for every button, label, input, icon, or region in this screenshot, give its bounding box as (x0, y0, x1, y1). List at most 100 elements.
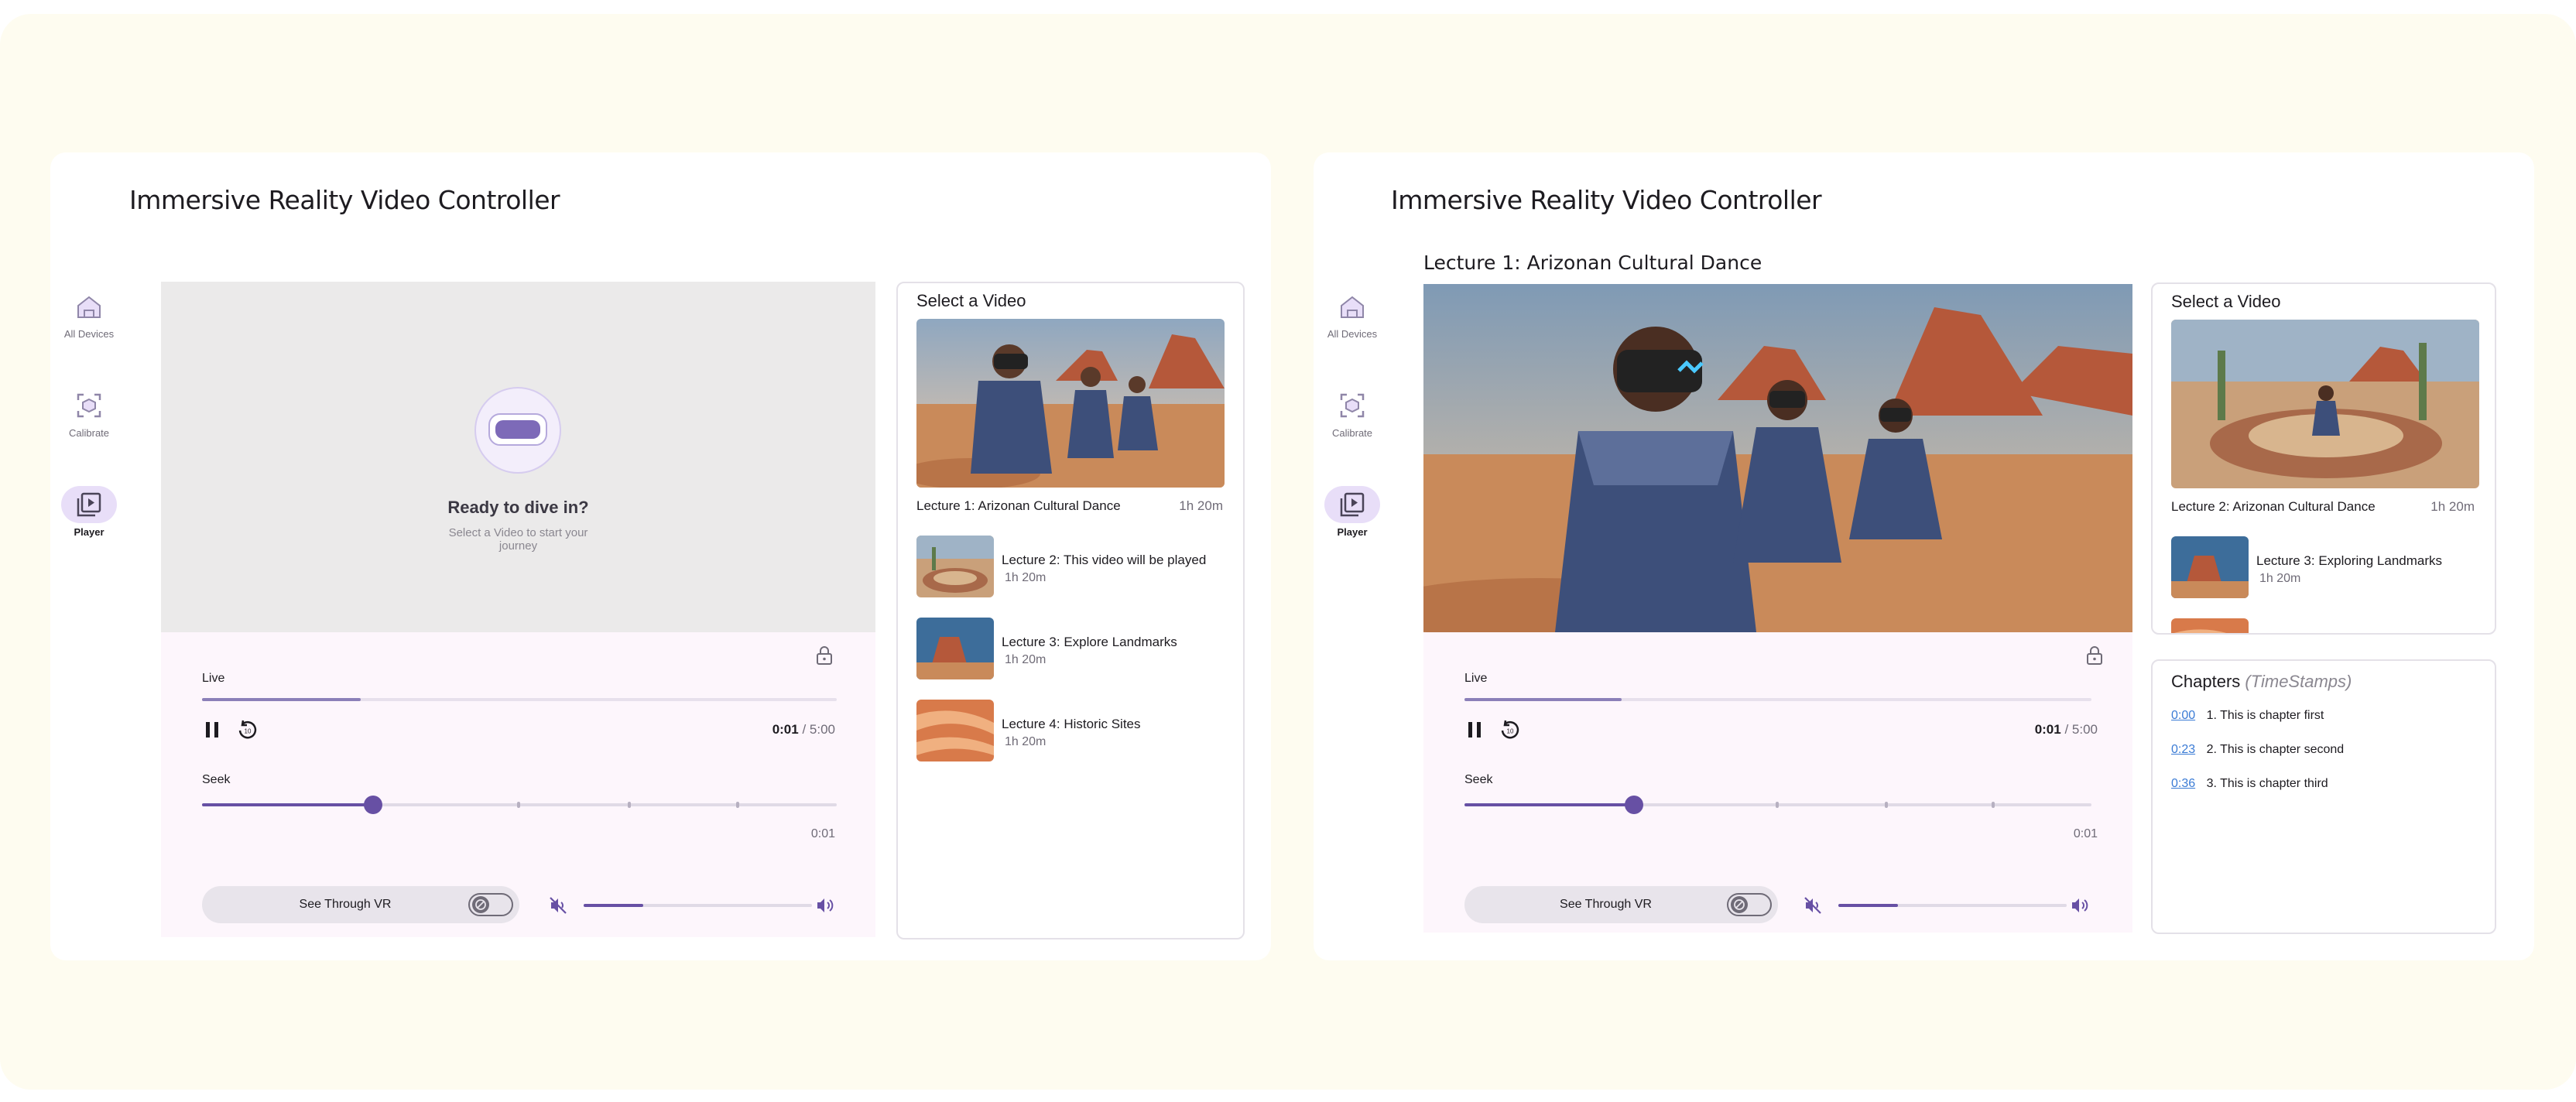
see-through-toggle[interactable] (468, 893, 513, 916)
video-list-card: Select a Video Lecture 2: Arizonan Cultu… (2151, 282, 2496, 635)
video-item-duration: 1h 20m (1005, 735, 1046, 748)
video-item-title: Lecture 3: Explore Landmarks (1002, 635, 1177, 649)
playback-controls: Live 10 0:01 / 5:00 Seek 0:01 See Throug… (161, 632, 875, 937)
live-label: Live (202, 672, 225, 685)
chapters-subheading: (TimeStamps) (2245, 672, 2352, 691)
home-icon (77, 296, 101, 318)
featured-video-duration: 1h 20m (1179, 498, 1223, 513)
ruins-thumbnail-image (2171, 320, 2479, 488)
live-progress-fill (1464, 698, 1622, 701)
featured-video-title: Lecture 1: Arizonan Cultural Dance (916, 498, 1121, 513)
chapter-item: 0:23 2. This is chapter second (2171, 743, 2344, 757)
live-progress-fill (202, 698, 361, 701)
ruins-thumbnail-image (916, 536, 994, 597)
nav-item-calibrate[interactable]: Calibrate (1314, 387, 1391, 439)
chapter-item: 0:00 1. This is chapter first (2171, 709, 2324, 723)
chapter-item: 0:36 3. This is chapter third (2171, 777, 2328, 791)
chapter-timestamp-link[interactable]: 0:00 (2171, 709, 2195, 722)
svg-text:10: 10 (1507, 728, 1514, 735)
see-through-toggle[interactable] (1727, 893, 1772, 916)
seek-slider[interactable] (202, 796, 837, 814)
volume-fill (584, 904, 643, 907)
current-time: 0:01 (2034, 722, 2061, 737)
current-time: 0:01 (772, 722, 799, 737)
playback-controls: Live 10 0:01 / 5:00 Seek 0:01 See Throug… (1423, 632, 2132, 933)
nav-label: All Devices (63, 328, 115, 340)
nav-item-all-devices[interactable]: All Devices (1314, 288, 1391, 340)
chapter-label: 2. This is chapter second (2206, 743, 2345, 756)
seek-time: 0:01 (2073, 827, 2098, 840)
video-thumbnail (916, 536, 994, 597)
volume-fill (1838, 904, 1898, 907)
nav-label: Player (74, 526, 104, 538)
seek-slider[interactable] (1464, 796, 2091, 814)
nav-pill (61, 387, 117, 424)
volume-slider[interactable] (1838, 904, 2067, 907)
chapter-timestamp-link[interactable]: 0:23 (2171, 743, 2195, 756)
video-item-title: Lecture 3: Exploring Landmarks (2256, 553, 2443, 568)
featured-video-thumbnail[interactable] (2171, 320, 2479, 488)
seek-tick (736, 802, 739, 808)
seek-tick (1992, 802, 1995, 808)
video-list-title: Select a Video (916, 291, 1026, 310)
nav-pill (1324, 387, 1380, 424)
video-list-item[interactable]: Lecture 4: Historic Sites 1h 20m (916, 700, 1226, 761)
see-through-vr-toggle-row[interactable]: See Through VR (202, 886, 519, 923)
empty-state-title: Ready to dive in? (447, 498, 589, 517)
video-frame[interactable] (1423, 284, 2132, 632)
pause-icon[interactable] (1464, 720, 1485, 740)
see-through-vr-toggle-row[interactable]: See Through VR (1464, 886, 1778, 923)
playback-time: 0:01 / 5:00 (772, 722, 835, 738)
lock-icon[interactable] (2086, 645, 2103, 666)
lock-icon[interactable] (816, 645, 833, 666)
now-playing-title: Lecture 1: Arizonan Cultural Dance (1423, 252, 1762, 274)
nav-item-player[interactable]: Player (1314, 486, 1391, 538)
mute-icon[interactable] (548, 895, 568, 915)
player-area: Live 10 0:01 / 5:00 Seek 0:01 See Throug… (1423, 284, 2132, 933)
nav-pill-active (61, 486, 117, 523)
video-list-item[interactable]: Lecture 2: This video will be played 1h … (916, 536, 1226, 597)
mute-icon[interactable] (1803, 895, 1823, 915)
seek-tick (1776, 802, 1779, 808)
chapters-title: Chapters (TimeStamps) (2171, 672, 2352, 692)
total-time: / 5:00 (802, 722, 835, 737)
chapter-timestamp-link[interactable]: 0:36 (2171, 777, 2195, 790)
chapters-heading: Chapters (2171, 672, 2241, 691)
video-thumbnail (916, 618, 994, 679)
seek-thumb[interactable] (364, 796, 383, 814)
video-list-item[interactable]: Lecture 3: Explore Landmarks 1h 20m (916, 618, 1226, 679)
video-thumbnail (2171, 536, 2249, 598)
canyon-thumbnail-image (2171, 618, 2249, 633)
volume-icon[interactable] (2070, 895, 2090, 915)
calibrate-icon (1340, 393, 1365, 418)
pause-icon[interactable] (202, 720, 222, 740)
video-list-item-partial[interactable] (2171, 618, 2481, 633)
block-icon (1734, 899, 1745, 910)
replay-10-icon[interactable]: 10 (1499, 718, 1522, 741)
nav-item-calibrate[interactable]: Calibrate (50, 387, 128, 439)
seek-fill (1464, 803, 1634, 806)
dancers-thumbnail-image (916, 319, 1225, 488)
volume-slider[interactable] (584, 904, 812, 907)
replay-10-icon[interactable]: 10 (236, 718, 259, 741)
featured-video-thumbnail[interactable] (916, 319, 1225, 488)
seek-thumb[interactable] (1624, 796, 1643, 814)
video-thumbnail (2171, 618, 2249, 633)
nav-pill-active (1324, 486, 1380, 523)
seek-tick (628, 802, 631, 808)
landmark-thumbnail-image (916, 618, 994, 679)
nav-item-all-devices[interactable]: All Devices (50, 288, 128, 340)
seek-label: Seek (202, 773, 231, 786)
chapters-card: Chapters (TimeStamps) 0:00 1. This is ch… (2151, 659, 2496, 934)
video-list-item[interactable]: Lecture 3: Exploring Landmarks 1h 20m (2171, 536, 2481, 598)
volume-icon[interactable] (815, 895, 835, 915)
nav-item-player[interactable]: Player (50, 486, 128, 538)
app-title: Immersive Reality Video Controller (1391, 185, 1822, 215)
empty-state-subtitle: Select a Video to start your journey (448, 526, 588, 553)
vr-headset-badge (474, 387, 561, 474)
player-area: Ready to dive in? Select a Video to star… (161, 282, 875, 937)
video-list-title: Select a Video (2171, 292, 2281, 311)
featured-video-title: Lecture 2: Arizonan Cultural Dance (2171, 499, 2376, 514)
featured-video-duration: 1h 20m (2430, 499, 2475, 514)
seek-time: 0:01 (810, 827, 835, 840)
